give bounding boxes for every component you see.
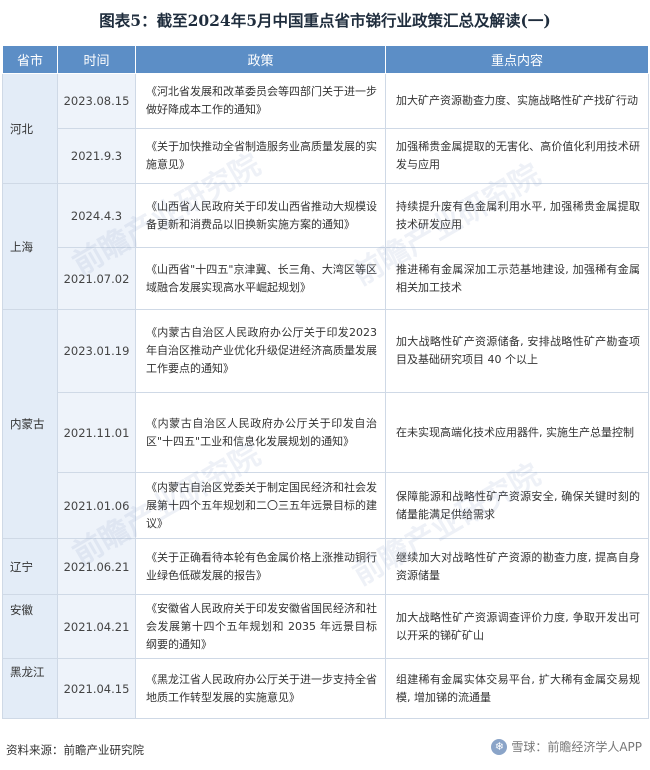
province-cell: 内蒙古 [2, 309, 58, 539]
table-header-row: 省市 时间 政策 重点内容 [2, 45, 649, 74]
policy-cell: 《山西省人民政府关于印发山西省推动大规模设备更新和消费品以旧换新实施方案的通知》 [135, 183, 386, 248]
province-cell: 河北 [2, 73, 58, 184]
header-policy: 政策 [135, 45, 386, 74]
table-row: 上海 2024.4.3 《山西省人民政府关于印发山西省推动大规模设备更新和消费品… [2, 183, 649, 310]
table-row: 2021.07.02 《山西省"十四五"京津冀、长三角、大湾区等区域融合发展实现… [3, 247, 649, 310]
content-cell: 加大战略性矿产资源储备, 安排战略性矿产勘查项目及基础研究项目 40 个以上 [385, 309, 649, 393]
content-cell: 保障能源和战略性矿产资源安全, 确保关键时刻的储量能满足供给需求 [385, 472, 649, 539]
province-cell: 上海 [2, 183, 58, 310]
date-cell: 2023.08.15 [57, 73, 136, 129]
date-cell: 2023.01.19 [57, 309, 136, 393]
policy-cell: 《黑龙江省人民政府办公厅关于进一步支持全省地质工作转型发展的实施意见》 [135, 658, 386, 719]
header-date: 时间 [57, 45, 136, 74]
province-cell: 安徽 [2, 594, 58, 659]
policy-cell: 《内蒙古自治区党委关于制定国民经济和社会发展第十四个五年规划和二〇三五年远景目标… [135, 472, 386, 539]
date-cell: 2021.04.21 [57, 594, 136, 659]
source-note: 资料来源：前瞻产业研究院 [6, 743, 144, 757]
content-cell: 加强稀贵金属提取的无害化、高价值化利用技术研发与应用 [385, 128, 649, 184]
footer-logo-text: 雪球：前瞻经济学人APP [511, 740, 642, 754]
content-cell: 加大战略性矿产资源调查评价力度, 争取开发出可以开采的锑矿矿山 [385, 594, 649, 659]
footer-logo: ❄ 雪球：前瞻经济学人APP [491, 738, 642, 755]
date-cell: 2021.01.06 [57, 472, 136, 539]
date-cell: 2024.4.3 [57, 183, 136, 248]
header-content: 重点内容 [385, 45, 649, 74]
content-cell: 继续加大对战略性矿产资源的勘查力度, 提高自身资源储量 [385, 538, 649, 595]
date-cell: 2021.9.3 [57, 128, 136, 184]
policy-table: 省市 时间 政策 重点内容 河北 2023.08.15 《河北省发展和改革委员会… [2, 45, 649, 719]
content-cell: 持续提升废有色金属利用水平, 加强稀贵金属提取技术研发应用 [385, 183, 649, 248]
chart-title: 图表5：截至2024年5月中国重点省市锑行业政策汇总及解读(一) [99, 11, 551, 30]
table-row: 辽宁 2021.06.21 《关于正确看待本轮有色金属价格上涨推动铜行业绿色低碳… [2, 538, 649, 595]
content-cell: 推进稀有金属深加工示范基地建设, 加强稀有金属相关加工技术 [385, 247, 649, 310]
province-cell: 黑龙江 [2, 658, 58, 719]
header-province: 省市 [2, 45, 58, 74]
policy-cell: 《河北省发展和改革委员会等四部门关于进一步做好降成本工作的通知》 [135, 73, 386, 129]
table-row: 安徽 2021.04.21 《安徽省人民政府关于印发安徽省国民经济和社会发展第十… [2, 594, 649, 659]
policy-cell: 《关于正确看待本轮有色金属价格上涨推动铜行业绿色低碳发展的报告》 [135, 538, 386, 595]
table-row: 2021.9.3 《关于加快推动全省制造服务业高质量发展的实施意见》 加强稀贵金… [3, 128, 649, 184]
table-row: 河北 2023.08.15 《河北省发展和改革委员会等四部门关于进一步做好降成本… [2, 73, 649, 184]
content-cell: 组建稀有金属实体交易平台, 扩大稀有金属交易规模, 增加锑的流通量 [385, 658, 649, 719]
policy-cell: 《内蒙古自治区人民政府办公厅关于印发自治区"十四五"工业和信息化发展规划的通知》 [135, 392, 386, 473]
table-row: 2021.01.06 《内蒙古自治区党委关于制定国民经济和社会发展第十四个五年规… [3, 472, 649, 539]
table-row: 内蒙古 2023.01.19 《内蒙古自治区人民政府办公厅关于印发2023 年自… [2, 309, 649, 539]
date-cell: 2021.04.15 [57, 658, 136, 719]
date-cell: 2021.07.02 [57, 247, 136, 310]
date-cell: 2021.06.21 [57, 538, 136, 595]
policy-cell: 《关于加快推动全省制造服务业高质量发展的实施意见》 [135, 128, 386, 184]
content-cell: 在未实现高端化技术应用器件, 实施生产总量控制 [385, 392, 649, 473]
table-row: 黑龙江 2021.04.15 《黑龙江省人民政府办公厅关于进一步支持全省地质工作… [2, 658, 649, 719]
province-cell: 辽宁 [2, 538, 58, 595]
date-cell: 2021.11.01 [57, 392, 136, 473]
content-cell: 加大矿产资源勘查力度、实施战略性矿产找矿行动 [385, 73, 649, 129]
policy-cell: 《内蒙古自治区人民政府办公厅关于印发2023 年自治区推动产业优化升级促进经济高… [135, 309, 386, 393]
policy-cell: 《安徽省人民政府关于印发安徽省国民经济和社会发展第十四个五年规划和 2035 年… [135, 594, 386, 659]
snowball-icon: ❄ [491, 738, 508, 755]
policy-cell: 《山西省"十四五"京津冀、长三角、大湾区等区域融合发展实现高水平崛起规划》 [135, 247, 386, 310]
table-row: 2021.11.01 《内蒙古自治区人民政府办公厅关于印发自治区"十四五"工业和… [3, 392, 649, 473]
